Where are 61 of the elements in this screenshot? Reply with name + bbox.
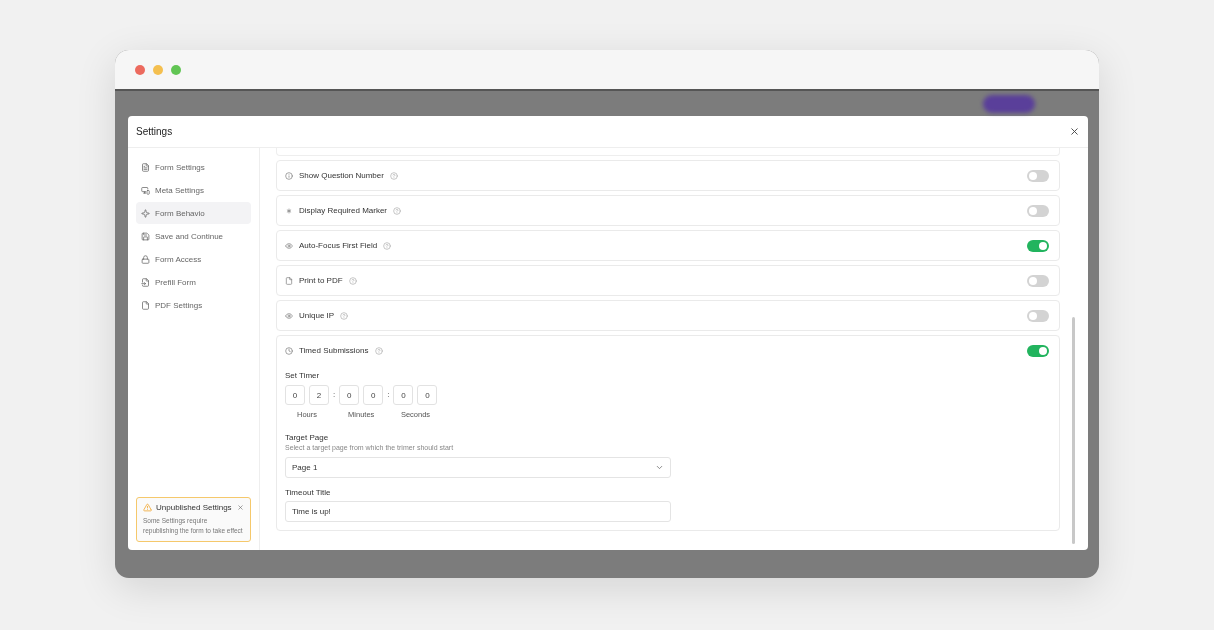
digit-input[interactable]: 0 (339, 385, 360, 405)
toggle-switch[interactable] (1027, 309, 1049, 322)
separator: : (387, 389, 390, 401)
file-icon (141, 277, 150, 287)
help-icon[interactable] (389, 171, 398, 180)
digit-input[interactable]: 0 (363, 385, 384, 405)
help-icon[interactable] (383, 241, 392, 250)
sidebar-item[interactable]: Save and Continue (136, 225, 251, 247)
digit-input[interactable]: 2 (309, 385, 329, 405)
lock-icon (141, 254, 150, 264)
field-label: Target Page (285, 433, 330, 442)
setting-label: Unique IP (299, 311, 335, 320)
eye-icon (285, 241, 293, 250)
sidebar-item[interactable]: Form Access (136, 248, 251, 270)
sidebar-item[interactable]: Form Settings (136, 156, 251, 178)
chevron-icon (655, 463, 664, 472)
sparkle-icon (141, 208, 150, 218)
input-field[interactable]: Time is up! (285, 501, 671, 522)
help-icon[interactable] (393, 206, 402, 215)
document-icon (141, 162, 150, 172)
toggle-switch[interactable] (1027, 204, 1049, 217)
page-select[interactable]: Page 1 (285, 457, 671, 478)
file-icon (285, 276, 293, 285)
digit-input[interactable]: 0 (285, 385, 305, 405)
sidebar-item[interactable]: PDF Settings (136, 294, 251, 316)
clock-icon (285, 346, 293, 355)
toggle-switch[interactable] (1027, 274, 1049, 287)
info-icon (285, 171, 293, 180)
help-icon[interactable] (340, 311, 349, 320)
field-label: Timeout Title (285, 488, 332, 497)
scrollbar[interactable] (1071, 317, 1075, 544)
toggle-switch[interactable] (1027, 344, 1049, 357)
maximize-window-dot[interactable] (171, 64, 181, 75)
minimize-window-dot[interactable] (153, 64, 163, 75)
close-button[interactable] (1069, 126, 1080, 137)
dialog-title: Settings (136, 126, 173, 137)
asterisk-icon (285, 206, 293, 215)
toggle-switch[interactable] (1027, 239, 1049, 252)
setting-label: Timed Submissions (299, 346, 369, 355)
help-icon[interactable] (348, 276, 357, 285)
file-icon (141, 300, 150, 310)
warning-icon (143, 502, 152, 512)
setting-label: Display Required Marker (299, 206, 388, 215)
notice-title: Unpublished Settings (156, 502, 233, 512)
close-icon[interactable] (237, 503, 244, 511)
setting-label: Print to PDF (299, 276, 343, 285)
digit-input[interactable]: 0 (417, 385, 438, 405)
blurred-button-shape (983, 94, 1035, 113)
sidebar-item[interactable]: Form Behavio (136, 202, 251, 224)
field-label: Set Timer (285, 371, 321, 380)
eye-icon (285, 311, 293, 320)
sidebar-item[interactable]: Prefill Form (136, 271, 251, 293)
separator: : (333, 389, 336, 401)
setting-label: Show Question Number (299, 171, 384, 180)
setting-label: Auto-Focus First Field (299, 241, 378, 250)
sidebar-item[interactable]: Meta Settings (136, 179, 251, 201)
toggle-switch[interactable] (1027, 169, 1049, 182)
digit-input[interactable]: 0 (393, 385, 414, 405)
close-window-dot[interactable] (135, 64, 145, 75)
help-icon[interactable] (374, 346, 383, 355)
monitor-icon (141, 185, 150, 195)
